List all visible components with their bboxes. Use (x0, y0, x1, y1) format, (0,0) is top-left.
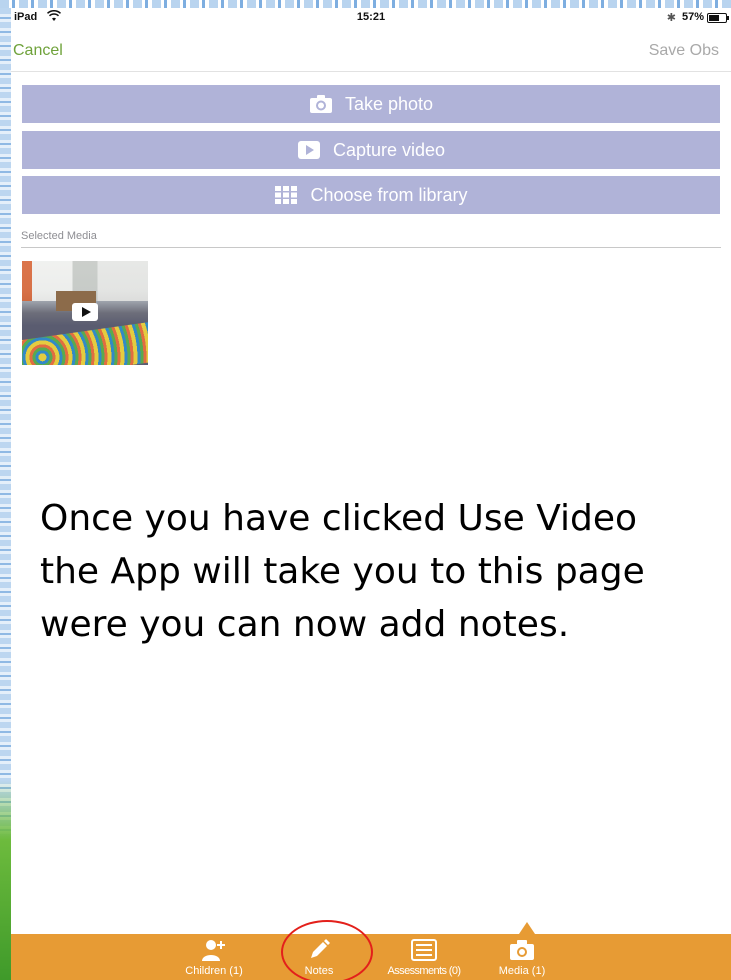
take-photo-label: Take photo (344, 93, 434, 114)
grid-icon (274, 184, 298, 206)
camera-icon (309, 93, 333, 115)
ipad-screen: iPad 15:21 ✱ 57% Cancel Save Obs Take ph… (11, 8, 731, 980)
battery-percent: 57% (681, 11, 704, 23)
tab-media-label: Media (1) (498, 965, 546, 977)
capture-video-label: Capture video (332, 139, 446, 160)
list-icon (411, 938, 437, 962)
caption-line: the App will take you to this page (40, 551, 645, 592)
choose-library-label: Choose from library (310, 184, 468, 205)
thumbnail-rug (22, 320, 148, 365)
choose-library-button[interactable]: Choose from library (22, 176, 720, 214)
bluetooth-icon: ✱ (666, 12, 676, 24)
slide-border-accent (0, 780, 11, 980)
save-obs-button[interactable]: Save Obs (649, 42, 719, 60)
capture-video-button[interactable]: Capture video (22, 131, 720, 169)
battery-icon (707, 13, 729, 23)
tab-children[interactable]: Children (1) (178, 938, 250, 980)
slide-border-top (0, 0, 731, 8)
status-bar: iPad 15:21 ✱ 57% (11, 8, 731, 28)
active-tab-indicator (519, 922, 535, 934)
divider (21, 247, 721, 248)
caption-line: were you can now add notes. (40, 604, 570, 645)
tab-media[interactable]: Media (1) (493, 938, 551, 980)
selected-media-label: Selected Media (21, 230, 97, 242)
video-play-icon (297, 139, 321, 161)
tab-assessments[interactable]: Assessments (0) (376, 938, 472, 980)
cancel-button[interactable]: Cancel (13, 42, 63, 60)
status-time: 15:21 (356, 11, 386, 23)
caption-line: Once you have clicked Use Video (40, 498, 638, 539)
annotation-circle (281, 920, 373, 980)
camera-icon (510, 938, 534, 962)
play-icon (72, 303, 98, 321)
tab-assessments-label: Assessments (0) (387, 965, 462, 977)
tab-children-label: Children (1) (185, 965, 243, 977)
video-thumbnail[interactable] (22, 261, 148, 365)
navigation-bar: Cancel Save Obs (11, 30, 731, 72)
take-photo-button[interactable]: Take photo (22, 85, 720, 123)
instruction-caption: Once you have clicked Use Video the App … (40, 492, 730, 651)
add-person-icon (202, 938, 226, 962)
